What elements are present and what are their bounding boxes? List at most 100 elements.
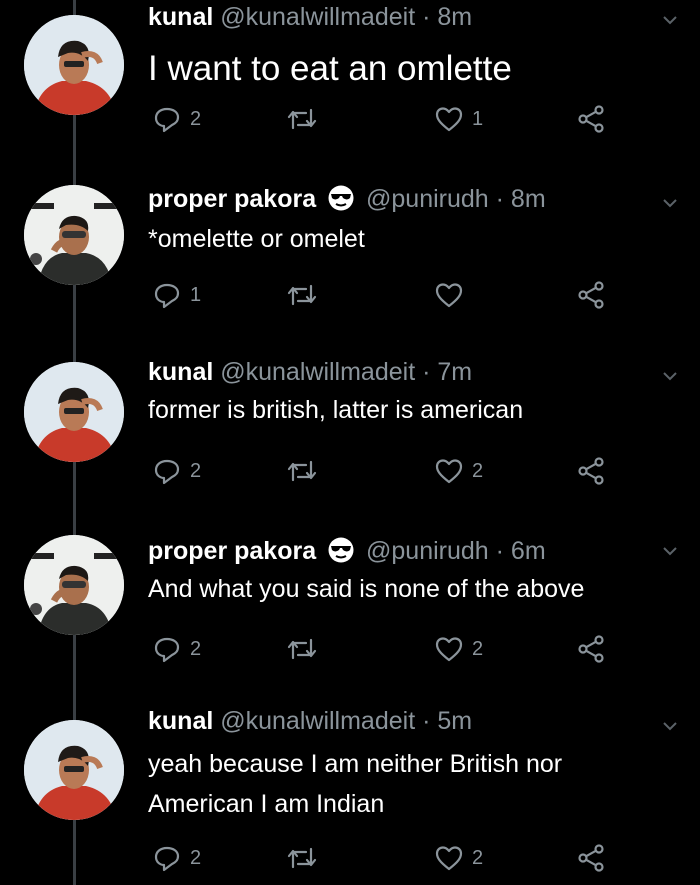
display-name[interactable]: proper pakora	[148, 185, 316, 213]
action-bar: 2 2	[148, 454, 618, 488]
tweet-text-line: yeah because I am neither British nor	[148, 750, 563, 778]
handle[interactable]: @kunalwillmadeit	[220, 358, 415, 386]
share-icon	[578, 457, 604, 485]
share-icon	[578, 281, 604, 309]
like-button[interactable]: 2	[434, 454, 483, 488]
sunglasses-emoji-icon	[328, 185, 354, 211]
timestamp[interactable]: · 5m	[422, 707, 472, 735]
share-button[interactable]	[576, 278, 606, 312]
reply-count: 1	[190, 283, 202, 306]
like-count: 2	[472, 637, 484, 660]
handle[interactable]: @punirudh	[366, 537, 489, 565]
retweet-icon	[287, 284, 317, 306]
tweet-text-line: former is british, latter is american	[148, 396, 524, 424]
like-button[interactable]: 2	[434, 632, 483, 666]
retweet-button[interactable]	[284, 278, 328, 312]
reply-icon	[154, 459, 180, 485]
tweet-text-line: And what you said is none of the above	[148, 575, 585, 603]
reply-count: 2	[190, 637, 202, 660]
reply-icon	[154, 846, 180, 872]
action-bar: 1	[148, 278, 618, 312]
like-count: 1	[472, 107, 484, 130]
tweet-text: *omelette or omelet	[148, 221, 365, 257]
tweet-header: proper pakora @punirudh · 8m	[148, 183, 546, 215]
tweet-text-line: I want to eat an omlette	[148, 49, 512, 88]
display-name[interactable]: kunal	[148, 707, 213, 735]
display-name[interactable]: proper pakora	[148, 537, 316, 565]
chevron-down-icon[interactable]	[662, 195, 678, 211]
like-button[interactable]: 2	[434, 841, 483, 875]
action-bar: 2 1	[148, 102, 618, 136]
retweet-button[interactable]	[284, 454, 328, 488]
heart-icon	[435, 459, 463, 484]
like-button[interactable]: 1	[434, 102, 483, 136]
timestamp[interactable]: · 8m	[496, 185, 546, 213]
tweet-header: kunal @kunalwillmadeit · 5m	[148, 705, 472, 737]
retweet-button[interactable]	[284, 632, 328, 666]
heart-icon	[435, 637, 463, 662]
share-button[interactable]	[576, 102, 606, 136]
reply-icon	[154, 107, 180, 133]
share-icon	[578, 105, 604, 133]
avatar[interactable]	[24, 185, 124, 285]
reply-button[interactable]: 1	[152, 278, 201, 312]
share-button[interactable]	[576, 454, 606, 488]
chevron-down-icon[interactable]	[662, 368, 678, 384]
tweet-text-line: *omelette or omelet	[148, 225, 365, 253]
tweet-text: And what you said is none of the above	[148, 571, 584, 607]
tweet-text-line: American I am Indian	[148, 790, 385, 818]
share-button[interactable]	[576, 841, 606, 875]
avatar[interactable]	[24, 15, 124, 115]
tweet[interactable]: kunal @kunalwillmadeit · 7m former is br…	[0, 350, 700, 520]
tweet-text: former is british, latter is american	[148, 392, 523, 428]
avatar[interactable]	[24, 362, 124, 462]
tweet-header: proper pakora @punirudh · 6m	[148, 535, 546, 567]
reply-icon	[154, 283, 180, 309]
avatar[interactable]	[24, 720, 124, 820]
share-icon	[578, 635, 604, 663]
retweet-icon	[287, 638, 317, 660]
chevron-down-icon[interactable]	[662, 718, 678, 734]
tweet[interactable]: proper pakora @punirudh · 6m And what yo…	[0, 525, 700, 695]
tweet[interactable]: kunal @kunalwillmadeit · 8m I want to ea…	[0, 0, 700, 170]
reply-button[interactable]: 2	[152, 632, 201, 666]
retweet-button[interactable]	[284, 841, 328, 875]
handle[interactable]: @punirudh	[366, 185, 489, 213]
retweet-icon	[287, 108, 317, 130]
handle[interactable]: @kunalwillmadeit	[220, 3, 415, 31]
display-name[interactable]: kunal	[148, 3, 213, 31]
handle[interactable]: @kunalwillmadeit	[220, 707, 415, 735]
timestamp[interactable]: · 8m	[422, 3, 472, 31]
tweet-text: I want to eat an omlette	[148, 48, 512, 90]
chevron-down-icon[interactable]	[662, 543, 678, 559]
reply-count: 2	[190, 846, 202, 869]
tweet-header: kunal @kunalwillmadeit · 8m	[148, 1, 472, 33]
retweet-button[interactable]	[284, 102, 328, 136]
reply-button[interactable]: 2	[152, 102, 201, 136]
like-button[interactable]	[434, 278, 472, 312]
tweet-header: kunal @kunalwillmadeit · 7m	[148, 356, 472, 388]
timestamp[interactable]: · 6m	[496, 537, 546, 565]
reply-button[interactable]: 2	[152, 454, 201, 488]
share-icon	[578, 844, 604, 872]
timestamp[interactable]: · 7m	[422, 358, 472, 386]
reply-icon	[154, 637, 180, 663]
share-button[interactable]	[576, 632, 606, 666]
reply-button[interactable]: 2	[152, 841, 201, 875]
action-bar: 2 2	[148, 632, 618, 666]
tweet[interactable]: proper pakora @punirudh · 8m *omelette o…	[0, 175, 700, 345]
chevron-down-icon[interactable]	[662, 12, 678, 28]
tweet[interactable]: kunal @kunalwillmadeit · 5m yeah because…	[0, 700, 700, 885]
reply-count: 2	[190, 459, 202, 482]
tweet-text: yeah because I am neither British nor Am…	[148, 744, 562, 824]
like-count: 2	[472, 846, 484, 869]
avatar[interactable]	[24, 535, 124, 635]
reply-count: 2	[190, 107, 202, 130]
heart-icon	[435, 846, 463, 871]
sunglasses-emoji-icon	[328, 537, 354, 563]
heart-icon	[435, 283, 463, 308]
action-bar: 2 2	[148, 841, 618, 875]
display-name[interactable]: kunal	[148, 358, 213, 386]
like-count: 2	[472, 459, 484, 482]
retweet-icon	[287, 847, 317, 869]
